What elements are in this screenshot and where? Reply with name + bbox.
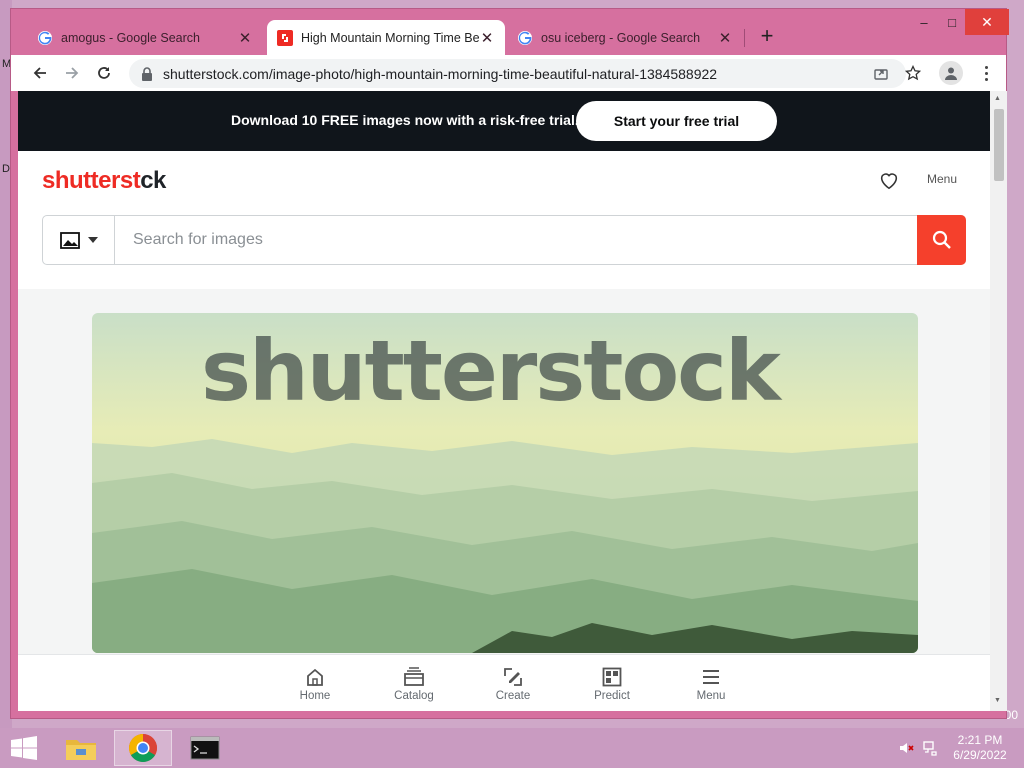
scroll-up-icon[interactable]: ▲ [994, 95, 1001, 102]
new-tab-button[interactable]: + [755, 25, 779, 49]
catalog-icon [403, 666, 425, 688]
site-header: shutterstck Menu [18, 151, 990, 289]
address-bar[interactable]: shutterstock.com/image-photo/high-mounta… [129, 59, 906, 88]
nav-label: Predict [594, 690, 630, 702]
maximize-button[interactable]: □ [937, 9, 967, 35]
close-tab-icon[interactable]: ✕ [237, 29, 253, 47]
forward-button[interactable] [59, 60, 85, 86]
predict-icon [601, 666, 623, 688]
heart-icon[interactable] [878, 169, 900, 191]
arrow-left-icon [33, 67, 46, 79]
arrow-right-icon [66, 67, 79, 79]
bottom-navigation: Home Catalog Create Predict Menu [18, 654, 990, 711]
nav-menu[interactable]: Menu [675, 655, 747, 711]
search-bar [42, 215, 966, 265]
reload-icon [98, 67, 110, 79]
tab-title: High Mountain Morning Time Be [301, 30, 479, 45]
clock-time: 2:21 PM [957, 733, 1003, 747]
person-icon [945, 67, 957, 80]
tab-shutterstock[interactable]: High Mountain Morning Time Be ✕ [267, 20, 505, 55]
nav-create[interactable]: Create [477, 655, 549, 711]
search-button[interactable] [917, 215, 966, 265]
scroll-down-icon[interactable]: ▼ [994, 697, 1001, 704]
page-scrollbar[interactable]: ▲ ▼ [990, 91, 1007, 711]
tab-strip: amogus - Google Search ✕ High Mountain M… [11, 9, 1009, 55]
close-window-button[interactable]: ✕ [965, 9, 1009, 35]
close-tab-icon[interactable]: ✕ [479, 29, 495, 47]
browser-window: amogus - Google Search ✕ High Mountain M… [10, 8, 1009, 719]
close-tab-icon[interactable]: ✕ [717, 29, 733, 47]
reload-button[interactable] [91, 60, 117, 86]
nav-predict[interactable]: Predict [576, 655, 648, 711]
network-icon[interactable] [922, 740, 938, 756]
desktop-mark: D [2, 163, 10, 175]
home-icon [304, 666, 326, 688]
url-text: shutterstock.com/image-photo/high-mounta… [163, 65, 718, 82]
browser-toolbar: shutterstock.com/image-photo/high-mounta… [11, 55, 1006, 91]
search-input[interactable] [115, 216, 917, 264]
nav-catalog[interactable]: Catalog [378, 655, 450, 711]
tab-amogus[interactable]: amogus - Google Search ✕ [27, 20, 263, 55]
image-icon [59, 231, 80, 249]
command-prompt-icon[interactable] [176, 730, 234, 766]
share-icon[interactable] [872, 64, 890, 82]
tab-title: amogus - Google Search [61, 30, 200, 45]
watermark-text: shutterstock [201, 322, 781, 420]
nav-label: Home [299, 690, 331, 702]
shutterstock-icon [277, 29, 293, 46]
tab-separator [744, 29, 745, 47]
chevron-down-icon [87, 237, 98, 243]
profile-avatar[interactable] [939, 61, 963, 85]
create-icon [502, 666, 524, 688]
back-button[interactable] [27, 60, 53, 86]
site-menu-link[interactable]: Menu [927, 172, 957, 186]
tab-osu-iceberg[interactable]: osu iceberg - Google Search ✕ [507, 20, 743, 55]
scrollbar-thumb[interactable] [994, 109, 1004, 181]
promo-banner: Download 10 FREE images now with a risk-… [18, 91, 990, 151]
nav-home[interactable]: Home [279, 655, 351, 711]
google-icon [517, 30, 533, 46]
browser-menu-icon[interactable] [977, 61, 995, 85]
clock-date: 6/29/2022 [953, 748, 1007, 762]
speaker-muted-icon[interactable] [898, 740, 914, 756]
free-trial-button[interactable]: Start your free trial [576, 101, 777, 141]
nav-label: Catalog [394, 690, 434, 702]
tab-title: osu iceberg - Google Search [541, 30, 701, 45]
taskbar: 2:21 PM 6/29/2022 [0, 728, 1024, 768]
nav-label: Create [495, 690, 531, 702]
nav-label: Menu [696, 690, 726, 702]
google-icon [37, 30, 53, 46]
file-explorer-icon[interactable] [52, 730, 110, 766]
menu-icon [700, 666, 722, 688]
chrome-icon[interactable] [114, 730, 172, 766]
minimize-button[interactable]: – [909, 9, 939, 35]
promo-text: Download 10 FREE images now with a risk-… [231, 112, 579, 128]
bookmark-star-icon[interactable] [904, 64, 922, 82]
windows-start-icon[interactable] [10, 736, 38, 760]
system-clock[interactable]: 2:21 PM 6/29/2022 [948, 733, 1012, 763]
shutterstock-logo[interactable]: shutterstck [42, 167, 166, 195]
image-type-dropdown[interactable] [43, 216, 115, 264]
search-icon [932, 230, 951, 249]
lock-icon [141, 66, 155, 81]
page-viewport: Download 10 FREE images now with a risk-… [18, 91, 990, 711]
